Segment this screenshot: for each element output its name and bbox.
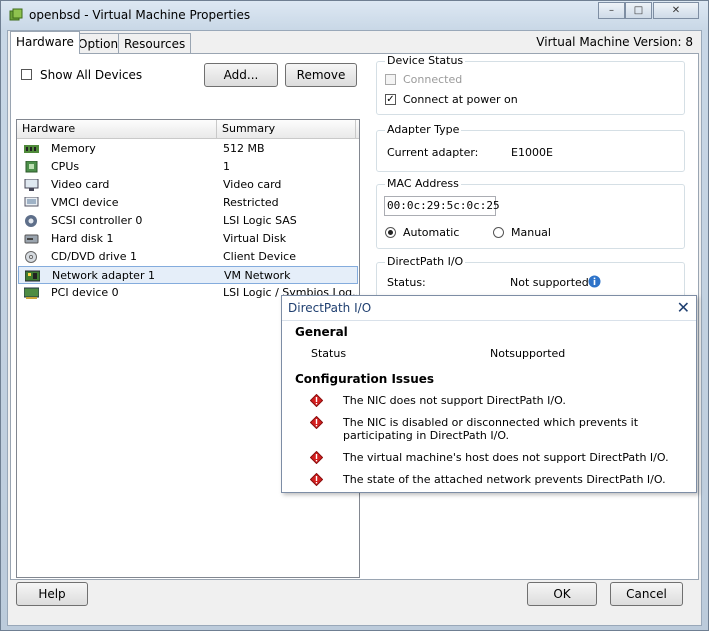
current-adapter-value: E1000E — [511, 146, 553, 159]
row-name: CPUs — [51, 160, 80, 173]
vm-version-label: Virtual Machine Version: 8 — [536, 35, 693, 49]
row-name: Memory — [51, 142, 96, 155]
row-summary: Client Device — [223, 250, 296, 263]
title-bar: openbsd - Virtual Machine Properties – □… — [1, 1, 708, 31]
popup-title-bar: DirectPath I/O ✕ — [282, 296, 696, 321]
column-header-hardware[interactable]: Hardware — [22, 122, 75, 135]
minimize-icon[interactable]: – — [598, 2, 625, 19]
directpath-title: DirectPath I/O — [385, 255, 466, 268]
maximize-icon[interactable]: □ — [625, 2, 652, 19]
mac-address-title: MAC Address — [385, 177, 461, 190]
hardware-row-vmci-device[interactable]: VMCI device Restricted — [18, 194, 358, 212]
hardware-row-scsi-controller[interactable]: SCSI controller 0 LSI Logic SAS — [18, 212, 358, 230]
help-button[interactable]: Help — [16, 582, 88, 606]
row-summary: 1 — [223, 160, 230, 173]
row-summary: Video card — [223, 178, 282, 191]
column-header-summary[interactable]: Summary — [222, 122, 275, 135]
directpath-popup: DirectPath I/O ✕ General Status Notsuppo… — [281, 295, 697, 493]
vm-icon — [9, 8, 23, 21]
error-icon — [310, 394, 323, 407]
mac-address-group: MAC Address 00:0c:29:5c:0c:25 Automatic … — [376, 177, 685, 249]
directpath-status-value: Not supported — [510, 276, 589, 289]
hardware-row-network-adapter[interactable]: Network adapter 1 VM Network — [18, 266, 358, 284]
row-name: CD/DVD drive 1 — [51, 250, 137, 263]
tab-hardware[interactable]: Hardware — [10, 31, 80, 54]
row-summary: LSI Logic SAS — [223, 214, 297, 227]
general-heading: General — [295, 325, 348, 339]
row-name: Hard disk 1 — [51, 232, 114, 245]
row-name: SCSI controller 0 — [51, 214, 143, 227]
popup-title: DirectPath I/O — [288, 301, 372, 315]
close-icon[interactable]: ✕ — [677, 298, 690, 317]
config-issue: The NIC does not support DirectPath I/O. — [343, 394, 566, 407]
ok-button[interactable]: OK — [527, 582, 597, 606]
row-name: Network adapter 1 — [52, 269, 155, 282]
error-icon — [310, 451, 323, 464]
configuration-issues-heading: Configuration Issues — [295, 372, 435, 386]
row-summary: 512 MB — [223, 142, 265, 155]
row-name: PCI device 0 — [51, 286, 119, 299]
hardware-row-video-card[interactable]: Video card Video card — [18, 176, 358, 194]
scsi-icon — [25, 215, 37, 227]
pci-icon — [24, 287, 39, 299]
remove-button[interactable]: Remove — [285, 63, 357, 87]
config-issue: The virtual machine's host does not supp… — [343, 451, 669, 464]
row-name: VMCI device — [51, 196, 119, 209]
hardware-row-hard-disk[interactable]: Hard disk 1 Virtual Disk — [18, 230, 358, 248]
cpu-icon — [25, 161, 38, 173]
row-summary: Restricted — [223, 196, 279, 209]
error-icon — [310, 416, 323, 429]
hard-disk-icon — [24, 234, 39, 244]
show-all-devices-label: Show All Devices — [40, 68, 143, 82]
device-status-title: Device Status — [385, 54, 466, 67]
popup-status-label: Status — [311, 347, 347, 360]
error-icon — [310, 473, 323, 486]
cd-dvd-icon — [25, 251, 37, 263]
list-header: Hardware Summary — [17, 120, 359, 139]
info-icon[interactable] — [588, 275, 601, 288]
connected-checkbox[interactable] — [385, 74, 396, 85]
dialog-footer: Help OK Cancel — [14, 582, 697, 622]
close-icon[interactable]: ✕ — [653, 2, 699, 19]
tab-resources[interactable]: Resources — [118, 33, 192, 53]
hardware-row-memory[interactable]: Memory 512 MB — [18, 140, 358, 158]
automatic-label: Automatic — [403, 226, 460, 239]
config-issue: The NIC is disabled or disconnected whic… — [343, 416, 639, 442]
manual-radio[interactable] — [493, 227, 504, 238]
device-status-group: Device Status Connected ✓ Connect at pow… — [376, 54, 685, 115]
popup-status-value: Notsupported — [490, 347, 566, 360]
row-summary: Virtual Disk — [223, 232, 287, 245]
manual-label: Manual — [511, 226, 551, 239]
column-separator[interactable] — [216, 120, 217, 138]
vmci-icon — [24, 197, 39, 207]
add-button[interactable]: Add... — [204, 63, 278, 87]
row-summary: VM Network — [224, 269, 291, 282]
hardware-row-cpus[interactable]: CPUs 1 — [18, 158, 358, 176]
connect-at-power-on-label: Connect at power on — [403, 93, 518, 106]
window-title: openbsd - Virtual Machine Properties — [29, 8, 251, 22]
connect-at-power-on-checkbox[interactable]: ✓ — [385, 94, 396, 105]
network-adapter-icon — [25, 270, 40, 282]
current-adapter-label: Current adapter: — [387, 146, 479, 159]
row-name: Video card — [51, 178, 110, 191]
connected-label: Connected — [403, 73, 463, 86]
config-issue: The state of the attached network preven… — [343, 473, 666, 486]
directpath-status-label: Status: — [387, 276, 426, 289]
adapter-type-group: Adapter Type Current adapter: E1000E — [376, 123, 685, 172]
vm-properties-window: openbsd - Virtual Machine Properties – □… — [0, 0, 709, 631]
hardware-row-cd-dvd-drive[interactable]: CD/DVD drive 1 Client Device — [18, 248, 358, 266]
cancel-button[interactable]: Cancel — [610, 582, 683, 606]
mac-address-field[interactable]: 00:0c:29:5c:0c:25 — [384, 196, 500, 216]
video-card-icon — [24, 179, 39, 191]
column-separator[interactable] — [355, 120, 356, 138]
automatic-radio[interactable] — [385, 227, 396, 238]
adapter-type-title: Adapter Type — [385, 123, 462, 136]
show-all-devices-checkbox[interactable] — [21, 69, 32, 80]
memory-icon — [24, 145, 39, 153]
